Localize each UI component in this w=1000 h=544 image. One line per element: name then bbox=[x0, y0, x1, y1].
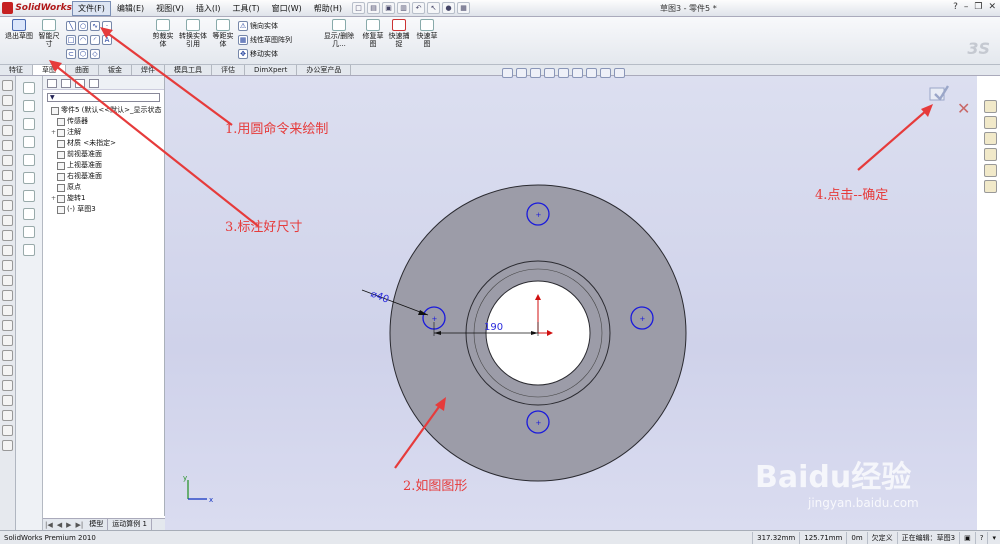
baidu-watermark: Baidu经验 bbox=[755, 460, 912, 495]
bolt-hole-center: + bbox=[640, 315, 646, 323]
annotation-step-4: 4.点击--确定 bbox=[815, 188, 889, 203]
confirm-sketch-icon[interactable] bbox=[928, 82, 950, 104]
annotation-step-2: 2.如图图形 bbox=[403, 479, 468, 494]
design-library-icon[interactable] bbox=[984, 116, 997, 129]
coordinate-triad: y x bbox=[183, 474, 213, 504]
status-dropdown-icon[interactable]: ▾ bbox=[987, 531, 1000, 544]
status-x: 317.32mm bbox=[752, 531, 799, 544]
annotation-step-1: 1.用圆命令来绘制 bbox=[225, 122, 329, 137]
svg-text:x: x bbox=[209, 496, 213, 504]
custom-properties-icon[interactable] bbox=[984, 180, 997, 193]
status-product: SolidWorks Premium 2010 bbox=[4, 533, 96, 542]
rebuild-status-icon[interactable]: ▣ bbox=[959, 531, 975, 544]
view-palette-icon[interactable] bbox=[984, 148, 997, 161]
bolt-hole-center: + bbox=[536, 211, 542, 219]
file-explorer-icon[interactable] bbox=[984, 132, 997, 145]
status-z: 0m bbox=[846, 531, 866, 544]
baidu-watermark-url: jingyan.baidu.com bbox=[808, 496, 919, 510]
status-editing: 正在编辑：草图3 bbox=[896, 531, 959, 544]
status-bar: SolidWorks Premium 2010 317.32mm 125.71m… bbox=[0, 530, 1000, 544]
bolt-hole-center: + bbox=[536, 419, 542, 427]
help-status-icon[interactable]: ? bbox=[974, 531, 988, 544]
distance-dimension-label[interactable]: 190 bbox=[484, 322, 503, 333]
status-y: 125.71mm bbox=[799, 531, 846, 544]
appearances-icon[interactable] bbox=[984, 164, 997, 177]
resources-icon[interactable] bbox=[984, 100, 997, 113]
svg-text:y: y bbox=[183, 474, 187, 482]
task-pane-tabs bbox=[984, 100, 1000, 194]
status-definition: 欠定义 bbox=[866, 531, 897, 544]
annotation-step-3: 3.标注好尺寸 bbox=[225, 220, 303, 235]
diameter-dimension-label[interactable]: ⌀40 bbox=[369, 289, 391, 306]
cancel-sketch-icon[interactable]: ✕ bbox=[957, 101, 970, 117]
bolt-hole-center: + bbox=[432, 315, 438, 323]
